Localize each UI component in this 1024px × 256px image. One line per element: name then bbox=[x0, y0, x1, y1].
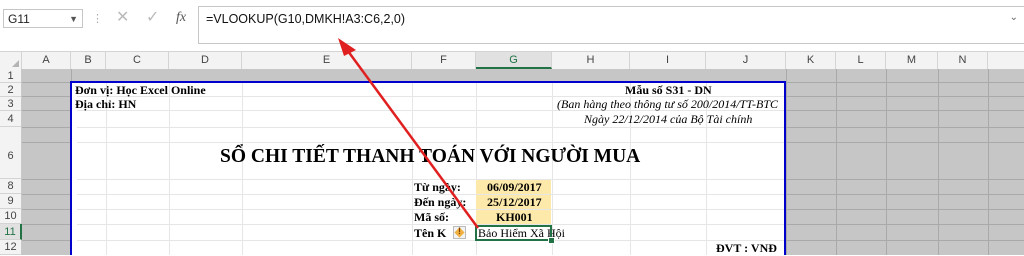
separator-dots: ⋮ bbox=[92, 13, 104, 25]
code-label: Mã số: bbox=[414, 210, 449, 224]
select-all-button[interactable] bbox=[0, 52, 22, 69]
code-value[interactable]: KH001 bbox=[496, 210, 533, 225]
currency-unit: ĐVT : VNĐ bbox=[716, 241, 777, 255]
formula-bar: G11 ▼ ⋮ ✕ ✓ fx =VLOOKUP(G10,DMKH!A3:C6,2… bbox=[0, 0, 1024, 44]
row-header-4[interactable]: 4 bbox=[0, 111, 21, 127]
row-header-10[interactable]: 10 bbox=[0, 209, 21, 224]
row-header-2[interactable]: 2 bbox=[0, 83, 21, 97]
cell-gridline bbox=[77, 127, 784, 128]
cell-gridline bbox=[242, 83, 243, 255]
fill-handle[interactable] bbox=[548, 237, 555, 244]
column-header-b[interactable]: B bbox=[71, 52, 106, 69]
cancel-icon[interactable]: ✕ bbox=[116, 8, 129, 28]
column-header-e[interactable]: E bbox=[242, 52, 412, 69]
formula-input[interactable]: =VLOOKUP(G10,DMKH!A3:C6,2,0) bbox=[198, 6, 1024, 44]
insert-function-icon[interactable]: fx bbox=[176, 10, 186, 26]
column-headers: A B C D E F G H I J K L M N bbox=[0, 51, 1024, 70]
column-header-j[interactable]: J bbox=[706, 52, 786, 69]
regulation-date: Ngày 22/12/2014 của Bộ Tài chính bbox=[584, 112, 753, 126]
active-cell-g11[interactable] bbox=[475, 225, 552, 241]
column-header-m[interactable]: M bbox=[886, 52, 938, 69]
form-number: Mẫu số S31 - DN bbox=[625, 83, 712, 97]
column-header-i[interactable]: I bbox=[630, 52, 706, 69]
date-to-label: Đến ngày: bbox=[414, 195, 467, 209]
row-header-3[interactable]: 3 bbox=[0, 97, 21, 111]
error-check-icon[interactable]: ! bbox=[453, 226, 466, 239]
column-header-a[interactable]: A bbox=[22, 52, 71, 69]
name-box[interactable]: G11 ▼ bbox=[3, 9, 83, 28]
date-to-value[interactable]: 25/12/2017 bbox=[487, 195, 542, 210]
unit-label: Đơn vị: Học Excel Online bbox=[75, 83, 206, 97]
column-header-l[interactable]: L bbox=[836, 52, 886, 69]
row-header-8[interactable]: 8 bbox=[0, 179, 21, 194]
row-header-6[interactable]: 6 bbox=[0, 127, 21, 179]
expand-formula-bar-icon[interactable]: ⌄ bbox=[1010, 12, 1018, 23]
date-from-label: Từ ngày: bbox=[414, 180, 461, 194]
cell-gridline bbox=[77, 142, 784, 143]
date-from-value[interactable]: 06/09/2017 bbox=[487, 180, 542, 195]
column-header-k[interactable]: K bbox=[786, 52, 836, 69]
regulation-text: (Ban hàng theo thông tư số 200/2014/TT-B… bbox=[557, 97, 778, 111]
row-header-9[interactable]: 9 bbox=[0, 194, 21, 209]
column-header-h[interactable]: H bbox=[552, 52, 630, 69]
column-header-g[interactable]: G bbox=[476, 52, 552, 69]
column-header-n[interactable]: N bbox=[938, 52, 988, 69]
column-header-f[interactable]: F bbox=[412, 52, 476, 69]
cell-gridline bbox=[169, 83, 170, 255]
column-header-d[interactable]: D bbox=[169, 52, 242, 69]
customer-name-label: Tên K bbox=[414, 226, 447, 240]
formula-text: =VLOOKUP(G10,DMKH!A3:C6,2,0) bbox=[206, 12, 406, 26]
enter-icon[interactable]: ✓ bbox=[146, 8, 159, 28]
row-header-11[interactable]: 11 bbox=[0, 224, 22, 240]
row-header-12[interactable]: 12 bbox=[0, 240, 21, 255]
chevron-down-icon[interactable]: ▼ bbox=[69, 10, 78, 29]
address-label: Địa chỉ: HN bbox=[75, 97, 137, 111]
row-header-1[interactable]: 1 bbox=[0, 69, 21, 83]
column-header-c[interactable]: C bbox=[106, 52, 169, 69]
report-title: SỔ CHI TIẾT THANH TOÁN VỚI NGƯỜI MUA bbox=[220, 146, 641, 167]
cell-gridline bbox=[412, 83, 413, 255]
name-box-value: G11 bbox=[8, 12, 30, 26]
row-headers: 1 2 3 4 6 8 9 10 11 12 bbox=[0, 69, 22, 255]
